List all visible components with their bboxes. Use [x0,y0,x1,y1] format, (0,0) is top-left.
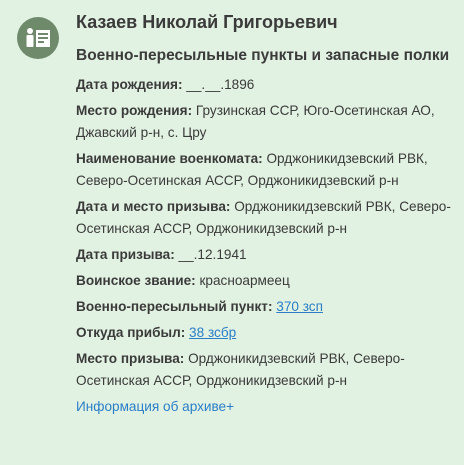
field-label: Место призыва: [76,351,185,366]
field-label: Дата и место призыва: [76,199,231,214]
field-label: Воинское звание: [76,273,196,288]
field-label: Наименование военкомата: [76,151,263,166]
field-label: Дата рождения: [76,77,183,92]
person-name: Казаев Николай Григорьевич [76,12,338,32]
field-value: __.__.1896 [186,77,255,92]
person-card: Казаев Николай Григорьевич Военно-пересы… [0,0,464,465]
field-label: Место рождения: [76,103,193,118]
field-label: Дата призыва: [76,247,175,262]
person-details: Казаев Николай Григорьевич Военно-пересы… [76,10,456,418]
unit-type: Военно-пересыльные пункты и запасные пол… [76,47,450,64]
arrived-from-link[interactable]: 38 зсбр [189,325,236,340]
field-value: красноармеец [199,273,290,288]
field-birth-date: Дата рождения: __.__.1896 [76,74,456,96]
field-arrived-from: Откуда прибыл: 38 зсбр [76,322,456,344]
person-document-icon [17,17,59,59]
field-birth-place: Место рождения: Грузинская ССР, Юго-Осет… [76,100,456,144]
archive-info-link[interactable]: Информация об архиве+ [76,396,456,418]
transit-point-link[interactable]: 370 зсп [276,299,323,314]
field-rank: Воинское звание: красноармеец [76,270,456,292]
field-draft-date: Дата призыва: __.12.1941 [76,244,456,266]
field-transit-point: Военно-пересыльный пункт: 370 зсп [76,296,456,318]
field-commissariat: Наименование военкомата: Орджоникидзевск… [76,148,456,192]
field-draft-place: Место призыва: Орджоникидзевский РВК, Се… [76,348,456,392]
field-draft-date-place: Дата и место призыва: Орджоникидзевский … [76,196,456,240]
field-label: Военно-пересыльный пункт: [76,299,273,314]
field-label: Откуда прибыл: [76,325,186,340]
field-value: __.12.1941 [178,247,247,262]
